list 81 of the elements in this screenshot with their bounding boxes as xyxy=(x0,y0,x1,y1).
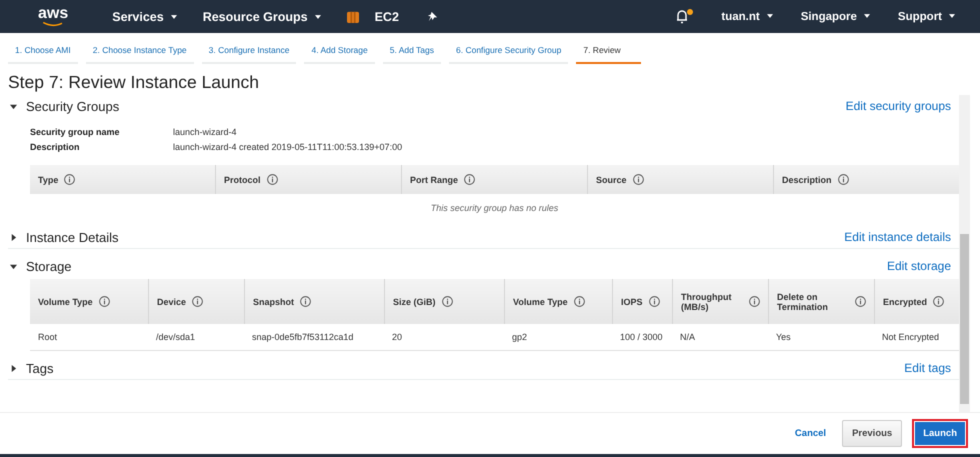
edit-link[interactable]: Edit instance details xyxy=(844,230,951,244)
info-icon[interactable] xyxy=(300,296,312,307)
scroll-thumb[interactable] xyxy=(960,234,969,404)
column-header: Encrypted xyxy=(883,296,928,306)
nav-menu[interactable]: tuan.nt xyxy=(710,10,784,22)
caret-icon xyxy=(766,14,773,18)
info-icon[interactable] xyxy=(855,296,866,307)
previous-button[interactable]: Previous xyxy=(842,420,902,447)
field-value: launch-wizard-4 created 2019-05-11T11:00:53.139+07:00 xyxy=(173,141,402,154)
field-label: Security group name xyxy=(30,126,121,139)
column-header: Port Range xyxy=(410,174,458,184)
column-header: Source xyxy=(596,174,627,184)
caret-icon xyxy=(10,262,17,270)
wizard-step-tab[interactable]: 4. Add Storage xyxy=(304,41,375,64)
column-header: Volume Type xyxy=(513,296,568,306)
info-icon[interactable] xyxy=(442,296,453,307)
wizard-step-tab[interactable]: 5. Add Tags xyxy=(382,41,441,64)
info-icon[interactable] xyxy=(933,296,944,307)
table-cell: snap-0de5fb7f53112ca1d xyxy=(252,332,354,342)
table-cell: N/A xyxy=(680,332,696,342)
edit-link[interactable]: Edit security groups xyxy=(846,99,951,113)
wizard-step-tab[interactable]: 7. Review xyxy=(576,41,641,64)
nav-menu[interactable]: EC2 xyxy=(364,10,409,24)
aws-logo[interactable]: aws xyxy=(38,6,68,26)
info-icon[interactable] xyxy=(192,296,204,307)
bell-icon[interactable] xyxy=(674,8,694,25)
section-toggle[interactable]: Security Groups xyxy=(10,98,120,114)
info-icon[interactable] xyxy=(749,296,760,307)
info-icon[interactable] xyxy=(98,296,110,307)
table-cell: gp2 xyxy=(512,332,528,342)
field-value: launch-wizard-4 xyxy=(173,126,237,139)
nav-menu[interactable]: Services xyxy=(102,10,187,24)
column-header: Snapshot xyxy=(253,296,294,306)
table-cell: 100 / 3000 xyxy=(620,332,663,342)
section-toggle[interactable]: Storage xyxy=(10,258,72,274)
caret-icon xyxy=(314,15,321,20)
column-header: Volume Type xyxy=(38,296,93,306)
wizard-step-tab[interactable]: 6. Configure Security Group xyxy=(449,41,568,64)
caret-icon xyxy=(10,234,17,240)
launch-button[interactable]: Launch xyxy=(912,419,968,448)
column-header: Delete on Termination xyxy=(777,292,829,312)
column-header: Throughput (MB/s) xyxy=(681,292,732,312)
nav-menu[interactable]: Singapore xyxy=(790,10,881,22)
column-header: IOPS xyxy=(621,296,643,306)
cancel-link[interactable]: Cancel xyxy=(794,428,826,439)
edit-link[interactable]: Edit tags xyxy=(904,361,951,375)
caret-icon xyxy=(170,15,177,20)
info-icon[interactable] xyxy=(632,174,644,185)
section-toggle[interactable]: Tags xyxy=(10,360,54,376)
section-toggle[interactable]: Instance Details xyxy=(10,230,118,244)
info-icon[interactable] xyxy=(648,296,660,307)
edit-link[interactable]: Edit storage xyxy=(886,259,951,273)
column-header: Size (GiB) xyxy=(393,296,436,306)
wizard-step-tab[interactable]: 3. Configure Instance xyxy=(202,41,296,64)
info-icon[interactable] xyxy=(574,296,585,307)
empty-message: This security group has no rules xyxy=(430,202,560,215)
table-cell: 20 xyxy=(392,332,402,342)
column-header: Type xyxy=(38,174,58,184)
caret-icon xyxy=(949,14,955,18)
info-icon[interactable] xyxy=(838,174,849,185)
table-cell: /dev/sda1 xyxy=(156,332,196,342)
table-cell: Not Encrypted xyxy=(882,332,940,342)
caret-icon xyxy=(864,14,870,18)
table-cell: Root xyxy=(38,332,58,342)
caret-icon xyxy=(10,102,17,110)
pin-icon[interactable] xyxy=(426,11,438,22)
table-cell: Yes xyxy=(776,332,791,342)
column-header: Protocol xyxy=(224,174,261,184)
info-icon[interactable] xyxy=(64,174,76,185)
caret-icon xyxy=(10,364,17,372)
info-icon[interactable] xyxy=(266,174,278,185)
info-icon[interactable] xyxy=(464,174,476,185)
wizard-step-tab[interactable]: 1. Choose AMI xyxy=(8,41,78,64)
wizard-step-tab[interactable]: 2. Choose Instance Type xyxy=(86,41,194,64)
nav-menu[interactable]: Support xyxy=(886,10,966,22)
column-header: Device xyxy=(157,296,186,306)
column-header: Description xyxy=(782,174,832,184)
nav-menu[interactable]: Resource Groups xyxy=(192,10,331,24)
scrollbar[interactable] xyxy=(959,95,970,412)
page-title: Step 7: Review Instance Launch xyxy=(8,72,260,93)
field-label: Description xyxy=(30,141,81,154)
